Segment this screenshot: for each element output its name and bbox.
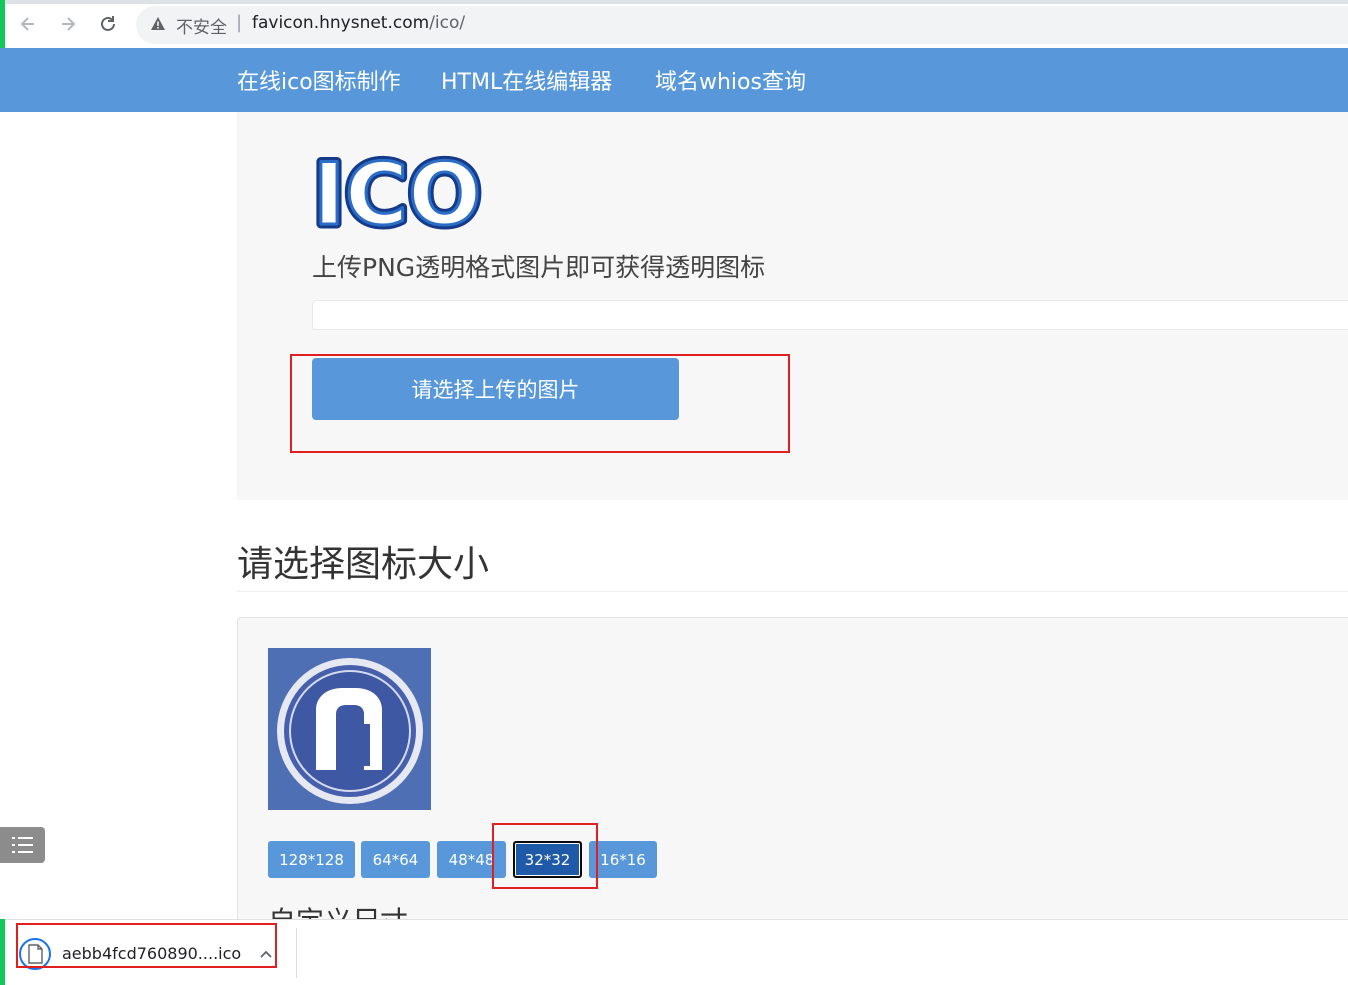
side-menu-toggle[interactable]	[0, 827, 45, 863]
back-button[interactable]	[14, 10, 42, 38]
forward-button[interactable]	[54, 10, 82, 38]
size-button-64[interactable]: 64*64	[361, 841, 430, 878]
size-button-16[interactable]: 16*16	[589, 841, 657, 878]
highlight-box-upload	[290, 354, 790, 453]
size-button-128[interactable]: 128*128	[268, 841, 355, 878]
nav-link-whois[interactable]: 域名whios查询	[655, 64, 806, 96]
ico-logo-text: ICO	[313, 145, 481, 232]
file-path-bar	[312, 300, 1348, 330]
nav-link-ico-maker[interactable]: 在线ico图标制作	[237, 64, 401, 96]
upload-hint: 上传PNG透明格式图片即可获得透明图标	[312, 253, 766, 282]
nav-link-html-editor[interactable]: HTML在线编辑器	[441, 64, 612, 96]
shelf-divider	[296, 928, 297, 978]
list-icon	[11, 837, 33, 853]
back-arrow-icon	[20, 17, 34, 31]
security-status-label[interactable]: 不安全	[176, 13, 227, 38]
address-separator: |	[236, 12, 243, 33]
url-path: /ico/	[429, 13, 466, 33]
window-edge-indicator-bottom	[0, 919, 5, 985]
ico-logo: ICO ICO	[309, 141, 486, 250]
m4-logo-icon	[277, 658, 423, 804]
reload-button[interactable]	[94, 10, 122, 38]
ico-logo-graphic: ICO ICO	[309, 141, 486, 250]
warning-triangle-icon[interactable]	[150, 16, 166, 32]
forward-arrow-icon	[62, 17, 76, 31]
url-host: favicon.hnysnet.com	[252, 13, 430, 33]
url-text[interactable]: favicon.hnysnet.com/ico/	[252, 13, 465, 33]
size-heading: 请选择图标大小	[237, 544, 490, 585]
highlight-box-size	[492, 823, 598, 889]
icon-preview-image	[268, 648, 431, 810]
tab-strip	[0, 0, 1348, 4]
highlight-box-download	[16, 923, 277, 968]
heading-divider	[237, 591, 1348, 592]
reload-icon	[101, 16, 115, 31]
